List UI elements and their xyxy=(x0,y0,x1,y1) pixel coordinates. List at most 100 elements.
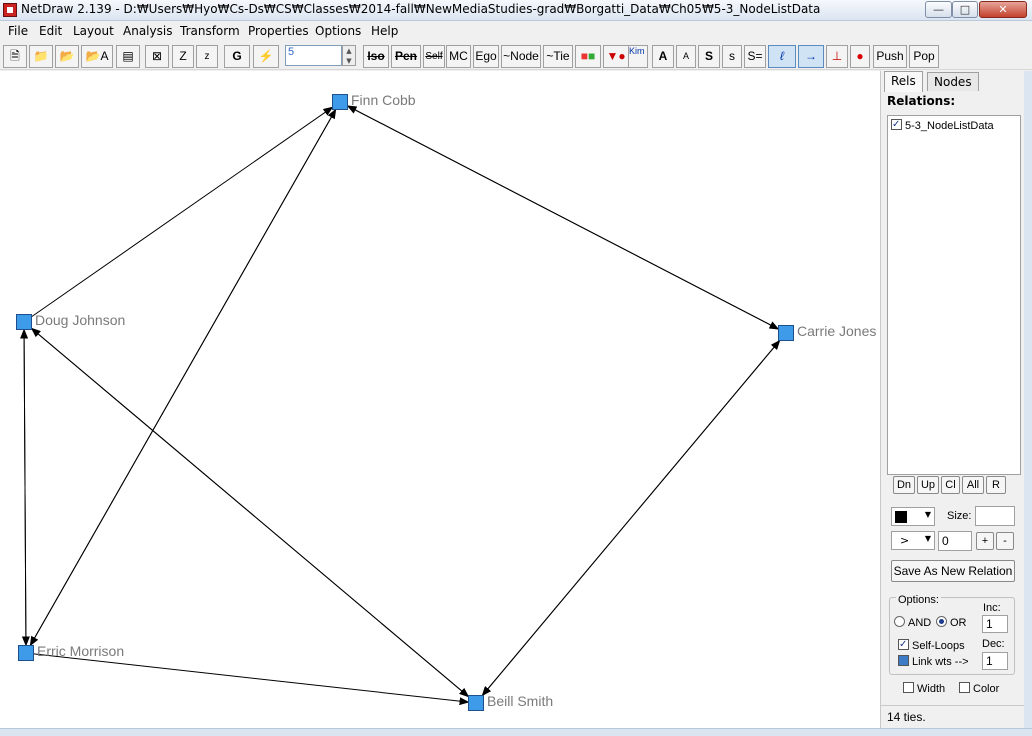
inc-input[interactable]: 1 xyxy=(982,615,1008,633)
graph-theoretic-layout-button[interactable]: G xyxy=(224,45,250,68)
and-radio-circle[interactable] xyxy=(894,616,905,627)
relation-checkbox[interactable] xyxy=(891,119,902,130)
dec-input[interactable]: 1 xyxy=(982,652,1008,670)
close-button[interactable]: ✕ xyxy=(979,1,1027,18)
relation-item[interactable]: 5-3_NodeListData xyxy=(891,119,994,132)
layout-icon[interactable]: ⊠ xyxy=(145,45,169,68)
zoom-in-button[interactable]: Z xyxy=(172,45,194,68)
menu-layout[interactable]: Layout xyxy=(73,24,114,38)
ego-button[interactable]: Ego xyxy=(473,45,499,68)
not-tie-button[interactable]: ~Tie xyxy=(543,45,573,68)
size-equal-button[interactable]: S= xyxy=(744,45,766,68)
color-dropdown[interactable]: ▼ xyxy=(891,507,935,526)
tie-doug-finn[interactable] xyxy=(23,106,334,323)
color-checkbox[interactable]: Color xyxy=(959,682,999,695)
open-attributes-icon[interactable]: 📂A xyxy=(81,45,113,68)
node-erric[interactable] xyxy=(18,645,34,661)
arrow-heads-icon[interactable]: → xyxy=(798,45,824,68)
node-shape-icon[interactable]: ▼● xyxy=(603,45,629,68)
status-bar: 14 ties. xyxy=(881,705,1025,727)
curved-ties-icon[interactable]: ℓ xyxy=(768,45,796,68)
size-input[interactable] xyxy=(975,506,1015,526)
or-radio-circle[interactable] xyxy=(936,616,947,627)
minus-button[interactable]: - xyxy=(996,532,1014,550)
node-label-finn[interactable]: Finn Cobb xyxy=(351,92,416,108)
tie-values-icon[interactable]: ⊥ xyxy=(826,45,848,68)
tie-carrie-finn[interactable] xyxy=(346,105,787,334)
app-icon xyxy=(3,3,17,17)
all-button[interactable]: All xyxy=(962,476,984,494)
options-group: Options: AND OR Inc: 1 Dec: 1 Self-Loops… xyxy=(889,594,1015,675)
window-right-edge xyxy=(1024,71,1032,728)
down-button[interactable]: Dn xyxy=(893,476,915,494)
color-grid-icon[interactable]: ■■ xyxy=(575,45,601,68)
zoom-out-button[interactable]: z xyxy=(196,45,218,68)
tab-rels[interactable]: Rels xyxy=(884,71,923,92)
tie-carrie-beill[interactable] xyxy=(481,332,787,697)
width-checkbox[interactable]: Width xyxy=(903,682,945,695)
up-button[interactable]: Up xyxy=(917,476,939,494)
network-graph[interactable]: Finn Cobb Doug Johnson Carrie Jones Erric M… xyxy=(0,71,880,728)
menu-options[interactable]: Options xyxy=(315,24,361,38)
clear-button[interactable]: Cl xyxy=(941,476,960,494)
tie-erric-doug[interactable] xyxy=(20,328,29,654)
menu-analysis[interactable]: Analysis xyxy=(123,24,172,38)
link-wts-check[interactable] xyxy=(898,655,909,666)
new-file-icon[interactable]: 🗎 xyxy=(3,45,27,68)
pendants-button[interactable]: Pen xyxy=(391,45,421,68)
not-node-button[interactable]: ~Node xyxy=(501,45,541,68)
node-label-carrie[interactable]: Carrie Jones xyxy=(797,323,876,339)
relations-list[interactable]: 5-3_NodeListData xyxy=(887,115,1021,475)
width-label: Width xyxy=(917,683,946,695)
node-beill[interactable] xyxy=(468,695,484,711)
menu-edit[interactable]: Edit xyxy=(39,24,62,38)
tab-nodes[interactable]: Nodes xyxy=(927,72,979,91)
kim-bill-label-button[interactable]: Kim Bill xyxy=(628,45,648,68)
isolates-button[interactable]: Iso xyxy=(363,45,389,68)
maximize-button[interactable]: □ xyxy=(952,1,978,18)
toolbar-number-spinner[interactable]: ▲ ▼ xyxy=(342,45,356,66)
font-larger-button[interactable]: A xyxy=(652,45,674,68)
toolbar-number-input[interactable]: 5 xyxy=(285,45,342,66)
self-loops-checkbox[interactable]: Self-Loops xyxy=(898,639,965,652)
pop-button[interactable]: Pop xyxy=(909,45,939,68)
tie-erric-beill[interactable] xyxy=(25,652,470,706)
chevron-down-icon: ▼ xyxy=(924,510,931,519)
width-check[interactable] xyxy=(903,682,914,693)
menu-help[interactable]: Help xyxy=(371,24,398,38)
save-image-icon[interactable]: ▤ xyxy=(116,45,140,68)
tie-finn-erric[interactable] xyxy=(29,101,341,647)
color-check[interactable] xyxy=(959,682,970,693)
size-smaller-button[interactable]: s xyxy=(722,45,742,68)
self-loops-button[interactable]: Self xyxy=(423,45,445,68)
node-doug[interactable] xyxy=(16,314,32,330)
node-carrie[interactable] xyxy=(778,325,794,341)
r-button[interactable]: R xyxy=(986,476,1006,494)
self-loops-check[interactable] xyxy=(898,639,909,650)
font-smaller-button[interactable]: A xyxy=(676,45,696,68)
save-as-new-relation-button[interactable]: Save As New Relation xyxy=(891,560,1015,582)
minimize-button[interactable]: — xyxy=(925,1,952,18)
menu-properties[interactable]: Properties xyxy=(248,24,309,38)
main-component-button[interactable]: MC xyxy=(446,45,471,68)
link-wts-checkbox[interactable]: Link wts --> xyxy=(898,655,969,668)
node-finn[interactable] xyxy=(332,94,348,110)
node-label-doug[interactable]: Doug Johnson xyxy=(35,312,125,328)
plus-button[interactable]: + xyxy=(976,532,994,550)
arrow-number-input[interactable]: 0 xyxy=(938,531,972,551)
push-button[interactable]: Push xyxy=(873,45,907,68)
arrow-dropdown[interactable]: > ▼ xyxy=(891,531,935,550)
and-radio[interactable]: AND xyxy=(894,616,931,629)
network-canvas[interactable]: Finn Cobb Doug Johnson Carrie Jones Erric M… xyxy=(0,71,880,728)
open-folder-icon[interactable]: 📂 xyxy=(55,45,79,68)
node-label-erric[interactable]: Erric Morrison xyxy=(37,643,124,659)
node-label-beill[interactable]: Beill Smith xyxy=(487,693,553,709)
lightning-icon[interactable]: ⚡ xyxy=(253,45,279,68)
menu-transform[interactable]: Transform xyxy=(180,24,240,38)
dec-label: Dec: xyxy=(982,638,1005,650)
node-dot-icon[interactable]: ● xyxy=(850,45,870,68)
size-larger-button[interactable]: S xyxy=(698,45,720,68)
menu-file[interactable]: File xyxy=(8,24,28,38)
open-file-icon[interactable]: 📁 xyxy=(29,45,53,68)
or-radio[interactable]: OR xyxy=(936,616,967,629)
